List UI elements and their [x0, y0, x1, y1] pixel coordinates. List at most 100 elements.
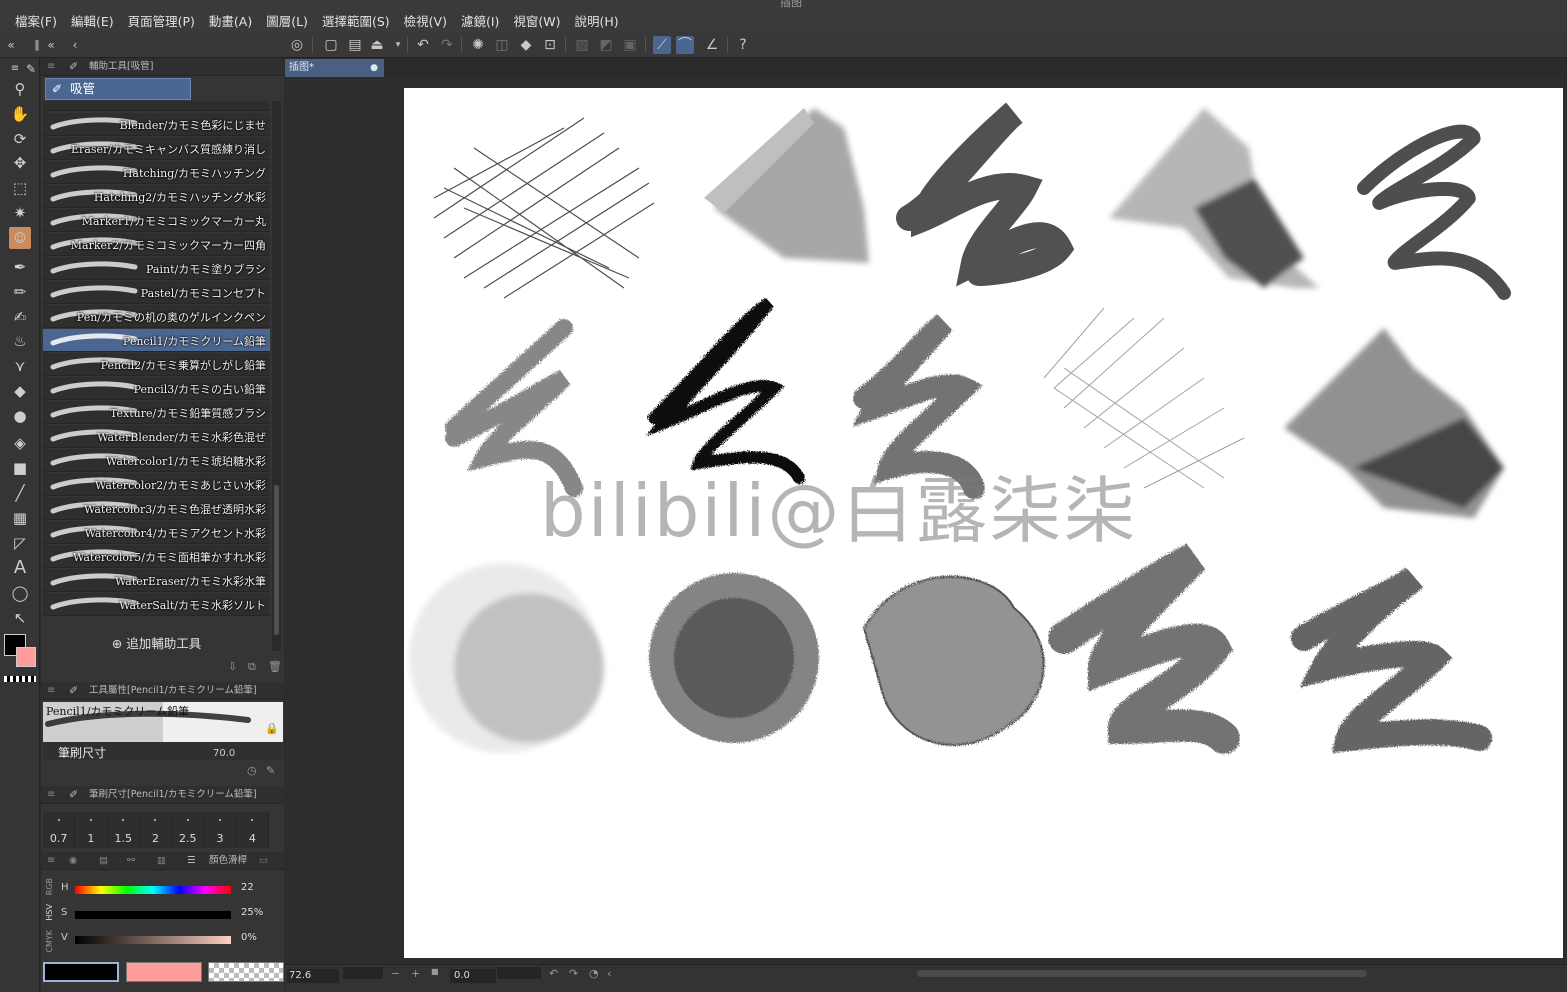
color-history-tab-icon[interactable]: ▭: [259, 852, 268, 869]
figure-icon[interactable]: ╱: [9, 482, 31, 504]
save-icon[interactable]: ⏏: [368, 36, 386, 54]
frame-icon[interactable]: ▦: [9, 507, 31, 529]
brush-size-preset[interactable]: 3: [204, 812, 237, 848]
collapse-panel-icon[interactable]: «: [42, 36, 60, 54]
loading-icon[interactable]: ✺: [469, 36, 487, 54]
selection-border-icon[interactable]: ▣: [621, 36, 639, 54]
blend-icon[interactable]: ●: [9, 405, 31, 427]
list-item[interactable]: [43, 101, 270, 111]
panel-menu-icon[interactable]: ≡: [47, 852, 55, 869]
transparent-color-icon[interactable]: [4, 676, 36, 682]
main-color-chip[interactable]: [43, 962, 119, 982]
hue-value[interactable]: 22: [241, 882, 254, 893]
menu-edit[interactable]: 編輯(E): [64, 11, 121, 30]
move-icon[interactable]: ✥: [9, 152, 31, 174]
brush-size-preset[interactable]: 0.7: [43, 812, 76, 848]
brush-item[interactable]: Pastel/カモミコンセプト: [43, 281, 270, 304]
deselect-icon[interactable]: ▨: [573, 36, 591, 54]
brush-item[interactable]: WaterSalt/カモミ水彩ソルト: [43, 593, 270, 616]
brush-item[interactable]: Watercolor4/カモミアクセント水彩: [43, 521, 270, 544]
menu-help[interactable]: 說明(H): [568, 11, 626, 30]
brush-item[interactable]: Watercolor3/カモミ色混ぜ透明水彩: [43, 497, 270, 520]
lock-icon[interactable]: 🔒: [265, 722, 279, 735]
decoration-icon[interactable]: ⋎: [9, 355, 31, 377]
text-icon[interactable]: A: [9, 557, 31, 579]
transparent-color-chip[interactable]: [208, 962, 284, 982]
zoom-icon[interactable]: ⚲: [9, 78, 31, 100]
brush-item[interactable]: Pencil1/カモミクリーム鉛筆: [43, 329, 270, 352]
brush-item[interactable]: WaterBlender/カモミ水彩色混ぜ: [43, 425, 270, 448]
panel-menu-icon[interactable]: ≡: [47, 786, 55, 803]
selection-icon[interactable]: ⬚: [9, 177, 31, 199]
rgb-mode-tab[interactable]: RGB: [45, 878, 54, 895]
snap-special-ruler-icon[interactable]: ⌒: [676, 36, 694, 54]
brush-item[interactable]: Texture/カモミ鉛筆質感ブラシ: [43, 401, 270, 424]
sub-color-swatch[interactable]: [16, 647, 36, 667]
settings-icon[interactable]: ◷: [247, 764, 257, 777]
brush-item[interactable]: Marker1/カモミコミックマーカー丸: [43, 209, 270, 232]
rotate-right-icon[interactable]: ↷: [569, 967, 578, 980]
pencil-icon[interactable]: ✏: [9, 281, 31, 303]
color-wheel-tab-icon[interactable]: ◉: [69, 852, 77, 869]
cmyk-mode-tab[interactable]: CMYK: [45, 930, 54, 953]
panel-menu-icon[interactable]: ≡: [47, 682, 55, 699]
copy-icon[interactable]: ⧉: [248, 660, 256, 674]
flip-icon[interactable]: ‹: [607, 967, 611, 980]
brush-item[interactable]: Pencil3/カモミの古い鉛筆: [43, 377, 270, 400]
snap-grid-icon[interactable]: ∠: [703, 36, 721, 54]
brush-item[interactable]: Hatching/カモミハッチング: [43, 161, 270, 184]
close-tab-icon[interactable]: ●: [370, 59, 378, 77]
transform-icon[interactable]: ⊡: [541, 36, 559, 54]
eraser-icon[interactable]: ◆: [9, 380, 31, 402]
fill-icon[interactable]: ◆: [517, 36, 535, 54]
brush-size-value[interactable]: 70.0: [213, 748, 235, 759]
value-value[interactable]: 0%: [241, 932, 257, 943]
menu-layer[interactable]: 圖層(L): [259, 11, 315, 30]
save-dropdown-icon[interactable]: ▾: [389, 36, 407, 54]
menu-view[interactable]: 檢視(V): [397, 11, 454, 30]
brush-item[interactable]: Pen/カモミの机の奥のゲルインクペン: [43, 305, 270, 328]
rotation-slider[interactable]: [497, 967, 541, 979]
collapse-left-icon[interactable]: «: [2, 36, 20, 54]
fill-icon[interactable]: ◈: [9, 432, 31, 454]
redo-icon[interactable]: ↷: [438, 36, 456, 54]
balloon-icon[interactable]: ◯: [9, 582, 31, 604]
brush-size-preset[interactable]: 4: [236, 812, 269, 848]
rotate-icon[interactable]: ⟳: [9, 128, 31, 150]
color-slider-tab-icon[interactable]: ☰: [187, 852, 196, 869]
airbrush-icon[interactable]: ♨: [9, 330, 31, 352]
zoom-slider[interactable]: [343, 967, 383, 979]
saturation-value[interactable]: 25%: [241, 907, 263, 918]
zoom-field[interactable]: 72.6: [287, 969, 339, 983]
brush-size-preset[interactable]: 2.5: [172, 812, 205, 848]
menu-file[interactable]: 檔案(F): [8, 11, 64, 30]
brush-size-property[interactable]: 筆刷尺寸 70.0: [43, 742, 283, 760]
value-slider[interactable]: [75, 936, 231, 944]
ruler-icon[interactable]: ◸: [9, 532, 31, 554]
magic-wand-icon[interactable]: ✷: [9, 202, 31, 224]
brush-size-preset[interactable]: 2: [139, 812, 173, 848]
clip-studio-icon[interactable]: ◎: [288, 36, 306, 54]
snap-ruler-icon[interactable]: ⟋: [653, 36, 671, 54]
menu-window[interactable]: 視窗(W): [506, 11, 567, 30]
hue-slider[interactable]: [75, 886, 231, 894]
brush-item[interactable]: Eraser/カモミキャンバス質感練り消し: [43, 137, 270, 160]
invert-selection-icon[interactable]: ◩: [597, 36, 615, 54]
wrench-icon[interactable]: ✎: [266, 764, 275, 777]
reset-rotation-icon[interactable]: ◔: [589, 967, 599, 980]
brush-item[interactable]: Blender/カモミ色彩にじませ: [43, 113, 270, 136]
add-subtool-button[interactable]: ⊕ 追加輔助工具: [43, 633, 270, 655]
brush-item[interactable]: WaterEraser/カモミ水彩水筆: [43, 569, 270, 592]
zoom-in-icon[interactable]: +: [411, 967, 420, 980]
hsv-mode-tab[interactable]: HSV: [45, 904, 54, 921]
rotation-field[interactable]: 0.0: [450, 969, 496, 983]
canvas-tab[interactable]: 插图* ●: [285, 59, 384, 77]
brush-item[interactable]: Paint/カモミ塗りブラシ: [43, 257, 270, 280]
pen-small-icon[interactable]: ✎: [20, 58, 42, 80]
brush-list-scrollbar[interactable]: [272, 101, 281, 651]
saturation-slider[interactable]: [75, 911, 231, 919]
brush-item[interactable]: Pencil2/カモミ乗算がしがし鉛筆: [43, 353, 270, 376]
subtool-group-tab[interactable]: ✐ 吸管: [45, 78, 191, 100]
help-icon[interactable]: ?: [734, 36, 752, 54]
scrollbar-thumb[interactable]: [274, 485, 279, 635]
